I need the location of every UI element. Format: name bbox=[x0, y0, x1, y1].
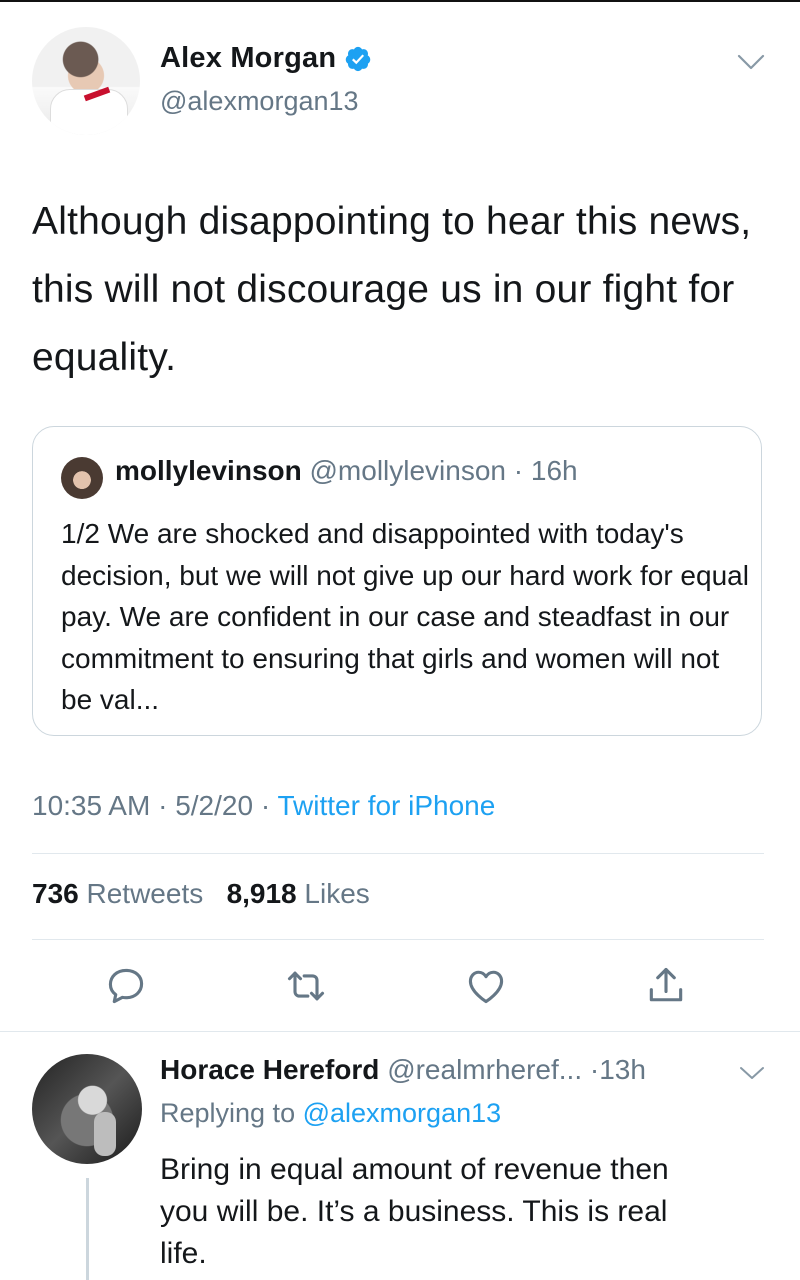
divider-above-reply bbox=[0, 1031, 800, 1032]
quoted-author-avatar bbox=[61, 457, 103, 499]
likes-label: Likes bbox=[304, 878, 370, 909]
author-name-row[interactable]: Alex Morgan bbox=[160, 42, 372, 75]
reply-text-line-2: you will be. It’s a business. This is re… bbox=[160, 1195, 668, 1228]
chevron-down-icon[interactable] bbox=[736, 52, 766, 72]
replying-to-line: Replying to @alexmorgan13 bbox=[160, 1098, 501, 1129]
quoted-separator: · bbox=[513, 455, 524, 486]
likes-stat[interactable]: 8,918 Likes bbox=[227, 878, 370, 909]
reply-avatar-hand bbox=[94, 1112, 116, 1156]
timestamp-separator-2: · bbox=[260, 790, 271, 821]
author-handle[interactable]: @alexmorgan13 bbox=[160, 86, 359, 117]
replying-to-mention[interactable]: @alexmorgan13 bbox=[303, 1098, 502, 1128]
heart-icon[interactable] bbox=[464, 964, 508, 1008]
quoted-tweet-text: 1/2 We are shocked and disappointed with… bbox=[61, 518, 749, 715]
quoted-author-handle: @mollylevinson bbox=[309, 455, 507, 486]
author-avatar[interactable] bbox=[32, 27, 140, 135]
reply-text: Bring in equal amount of revenue then yo… bbox=[160, 1149, 760, 1275]
tweet-time: 10:35 AM bbox=[32, 790, 151, 821]
tweet-source-link[interactable]: Twitter for iPhone bbox=[277, 790, 495, 821]
reply-author-name[interactable]: Horace Hereford bbox=[160, 1054, 379, 1085]
reply-age: 13h bbox=[599, 1054, 646, 1085]
retweets-label: Retweets bbox=[86, 878, 204, 909]
quoted-tweet-card[interactable]: mollylevinson @mollylevinson · 16h 1/2 W… bbox=[32, 426, 762, 736]
share-icon[interactable] bbox=[644, 964, 688, 1008]
divider-above-stats bbox=[32, 853, 764, 854]
tweet-stats: 736 Retweets 8,918 Likes bbox=[32, 878, 370, 910]
reply-text-line-1: Bring in equal amount of revenue then bbox=[160, 1153, 669, 1186]
verified-badge-icon bbox=[345, 46, 371, 71]
divider-above-actions bbox=[32, 939, 764, 940]
reply-bubble-icon[interactable] bbox=[104, 964, 148, 1008]
reply-text-line-3: life. bbox=[160, 1237, 207, 1270]
retweet-icon[interactable] bbox=[284, 964, 328, 1008]
timestamp-separator-1: · bbox=[158, 790, 168, 821]
tweet-date: 5/2/20 bbox=[175, 790, 254, 821]
thread-line bbox=[86, 1178, 89, 1280]
reply-author-handle[interactable]: @realmrheref... bbox=[387, 1054, 582, 1085]
reply-chevron-down-icon[interactable] bbox=[738, 1064, 766, 1082]
replying-to-label: Replying to bbox=[160, 1098, 296, 1128]
retweets-stat[interactable]: 736 Retweets bbox=[32, 878, 203, 909]
reply-author-avatar[interactable] bbox=[32, 1054, 142, 1164]
tweet-timestamp: 10:35 AM · 5/2/20 · Twitter for iPhone bbox=[32, 790, 495, 822]
author-name[interactable]: Alex Morgan bbox=[160, 42, 336, 75]
reply-separator: · bbox=[589, 1054, 600, 1085]
likes-count: 8,918 bbox=[226, 878, 297, 909]
reply-header: Horace Hereford @realmrheref... ·13h bbox=[160, 1054, 646, 1086]
quoted-author-name: mollylevinson bbox=[115, 455, 302, 486]
quoted-age: 16h bbox=[530, 455, 578, 486]
tweet-text: Although disappointing to hear this news… bbox=[32, 200, 752, 379]
top-border bbox=[0, 0, 800, 2]
quoted-tweet-header: mollylevinson @mollylevinson · 16h bbox=[115, 455, 578, 487]
retweets-count: 736 bbox=[32, 878, 79, 909]
